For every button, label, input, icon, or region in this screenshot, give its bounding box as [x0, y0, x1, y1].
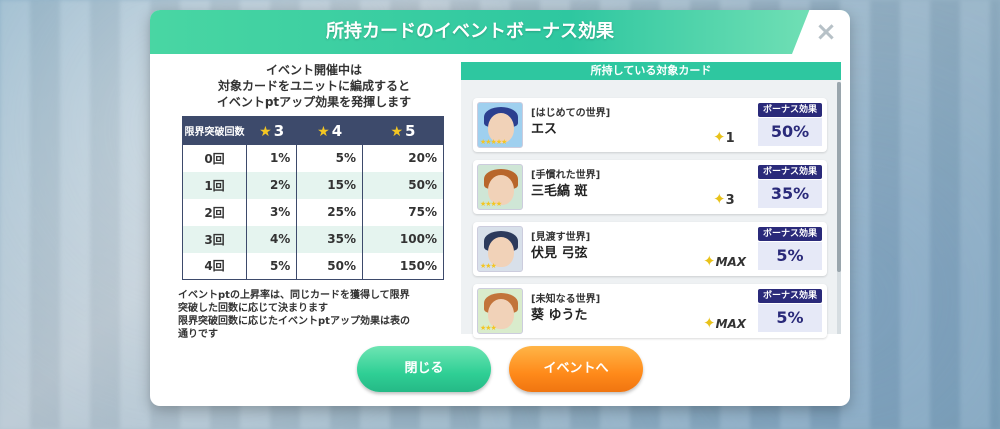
intro-text: イベント開催中は 対象カードをユニットに編成すると イベントptアップ効果を発揮…: [178, 62, 450, 110]
table-row: 4回 5% 50% 150%: [182, 252, 445, 280]
star-icon: ★: [259, 123, 272, 140]
card-series: [はじめての世界]: [531, 108, 611, 119]
sparkle-icon: ✦: [713, 128, 726, 146]
star-icon: ★: [390, 123, 404, 140]
rarity-stars: ★★★: [480, 324, 497, 332]
bonus-label: ボーナス効果: [758, 103, 822, 117]
limit-break-count: ✦1: [713, 128, 735, 146]
card-item[interactable]: ★★★ [見渡す世界] 伏見 弓弦 ✦MAX ボーナス効果 5%: [473, 222, 827, 276]
bonus-rate-panel: イベント開催中は 対象カードをユニットに編成すると イベントptアップ効果を発揮…: [178, 62, 450, 341]
bonus-rate-table: 限界突破回数 ★ 3 ★ 4 ★ 5 0回 1% 5% 20% 1回 2% 15% 5: [182, 116, 445, 280]
table-row: 0回 1% 5% 20%: [182, 144, 445, 172]
dialog-title: 所持カードのイベントボーナス効果: [326, 21, 614, 42]
card-name: 三毛縞 斑: [531, 184, 588, 199]
header-rarity-5: ★ 5: [361, 116, 445, 145]
intro-line: 対象カードをユニットに編成すると: [217, 79, 410, 93]
card-name: 伏見 弓弦: [531, 246, 588, 261]
bonus-label: ボーナス効果: [758, 227, 822, 241]
card-series: [手慣れた世界]: [531, 170, 601, 181]
card-thumbnail: ★★★: [477, 288, 523, 334]
header-rarity-4: ★ 4: [296, 116, 363, 145]
limit-break-count: ✦MAX: [703, 314, 747, 332]
rarity-stars: ★★★: [480, 262, 497, 270]
header-rarity-3: ★ 3: [245, 116, 298, 145]
card-thumbnail: ★★★★★: [477, 102, 523, 148]
owned-cards-header: 所持している対象カード: [461, 62, 841, 80]
close-icon[interactable]: ×: [812, 18, 840, 46]
owned-cards-panel[interactable]: 所持している対象カード ★★★★★ [はじめての世界] エス ✦1 ボーナス効果…: [461, 62, 841, 338]
sparkle-icon: ✦: [703, 314, 716, 332]
sparkle-icon: ✦: [703, 252, 716, 270]
card-item[interactable]: ★★★★★ [はじめての世界] エス ✦1 ボーナス効果 50%: [473, 98, 827, 152]
bonus-value: 35%: [758, 180, 822, 208]
bonus-label: ボーナス効果: [758, 289, 822, 303]
limit-break-count: ✦MAX: [703, 252, 747, 270]
card-series: [見渡す世界]: [531, 232, 591, 243]
card-item[interactable]: ★★★ [未知なる世界] 葵 ゆうた ✦MAX ボーナス効果 5%: [473, 284, 827, 338]
bonus-value: 50%: [758, 118, 822, 146]
card-series: [未知なる世界]: [531, 294, 601, 305]
table-row: 2回 3% 25% 75%: [182, 198, 445, 226]
card-name: エス: [531, 122, 558, 137]
limit-break-count: ✦3: [713, 190, 735, 208]
rarity-stars: ★★★★: [480, 200, 502, 208]
note-text: イベントptの上昇率は、同じカードを獲得して限界 突破した回数に応じて決まります…: [178, 290, 410, 340]
card-name: 葵 ゆうた: [531, 308, 588, 323]
close-button[interactable]: 閉じる: [357, 346, 491, 392]
card-thumbnail: ★★★: [477, 226, 523, 272]
card-thumbnail: ★★★★: [477, 164, 523, 210]
scrollbar-thumb[interactable]: [837, 82, 841, 272]
rarity-stars: ★★★★★: [480, 138, 507, 146]
sparkle-icon: ✦: [713, 190, 726, 208]
card-item[interactable]: ★★★★ [手慣れた世界] 三毛縞 斑 ✦3 ボーナス効果 35%: [473, 160, 827, 214]
intro-line: イベントptアップ効果を発揮します: [216, 95, 412, 109]
event-bonus-dialog: 所持カードのイベントボーナス効果 × イベント開催中は 対象カードをユニットに編…: [150, 10, 850, 406]
table-row: 1回 2% 15% 50%: [182, 171, 445, 199]
bonus-label: ボーナス効果: [758, 165, 822, 179]
table-row: 3回 4% 35% 100%: [182, 225, 445, 253]
header-limit-break: 限界突破回数: [182, 116, 247, 145]
bonus-value: 5%: [758, 304, 822, 332]
go-to-event-button[interactable]: イベントへ: [509, 346, 643, 392]
intro-line: イベント開催中は: [265, 63, 362, 77]
star-icon: ★: [317, 123, 330, 140]
bonus-value: 5%: [758, 242, 822, 270]
